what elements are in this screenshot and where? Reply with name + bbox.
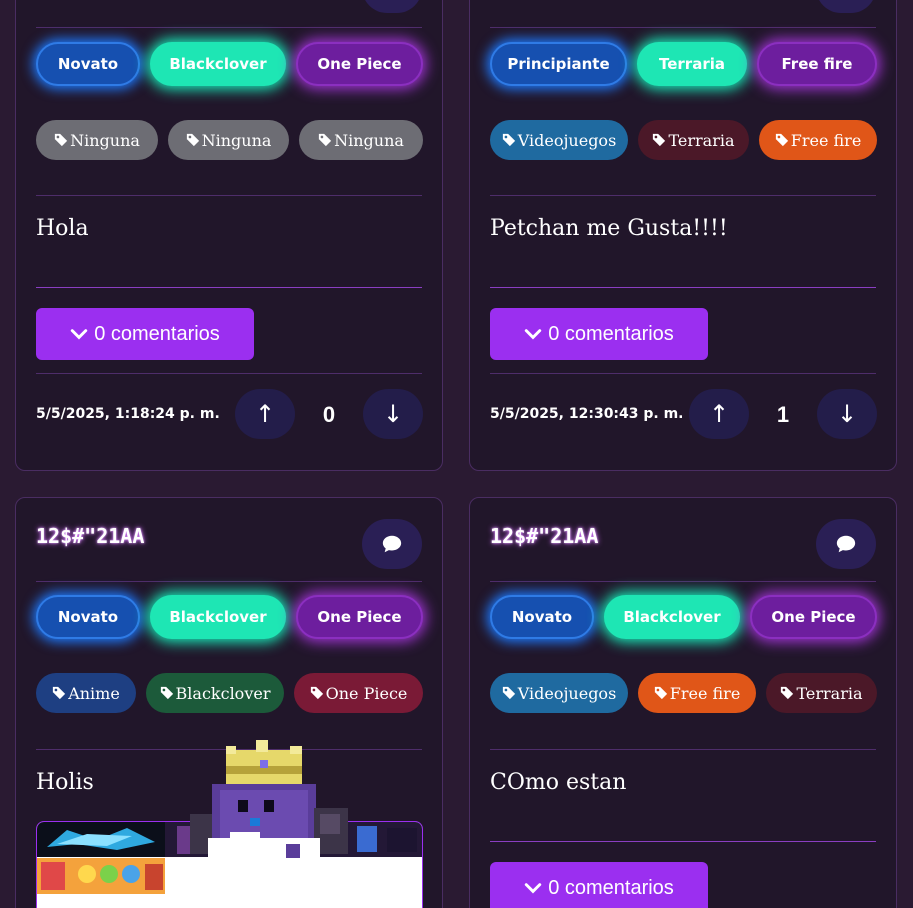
- level-pill: One Piece: [750, 595, 877, 639]
- tag-chip[interactable]: Free fire: [759, 120, 877, 160]
- divider: [490, 841, 876, 842]
- crowned-mascot-sprite: [190, 740, 348, 883]
- tag-chip[interactable]: Videojuegos: [490, 673, 628, 713]
- divider: [36, 373, 422, 374]
- downvote-button[interactable]: ↓: [363, 389, 423, 439]
- divider: [490, 195, 876, 196]
- upvote-button[interactable]: ↑: [689, 389, 749, 439]
- comments-toggle-button[interactable]: 0 comentarios: [36, 308, 254, 360]
- level-pill: Free fire: [757, 42, 877, 86]
- tag-chip[interactable]: Ninguna: [299, 120, 423, 160]
- tag-label: Blackclover: [175, 683, 271, 703]
- divider: [36, 27, 422, 28]
- tag-label: Free fire: [790, 130, 862, 150]
- divider: [490, 287, 876, 288]
- chat-button[interactable]: [816, 519, 876, 569]
- tag-icon: [653, 133, 666, 147]
- post-date: 5/5/2025, 1:18:24 p. m.: [36, 406, 220, 422]
- tag-chip[interactable]: Terraria: [638, 120, 749, 160]
- tag-chip[interactable]: Blackclover: [146, 673, 284, 713]
- post-card: 12$#"21AA Novato Blackclover One Piece V…: [469, 497, 897, 908]
- level-pill: Blackclover: [150, 595, 286, 639]
- comments-label: 0 comentarios: [94, 322, 220, 345]
- level-pill: One Piece: [296, 595, 423, 639]
- post-body: Hola: [36, 216, 89, 241]
- post-card: Principiante Terraria Free fire Videojue…: [469, 0, 897, 471]
- upvote-button[interactable]: ↑: [235, 389, 295, 439]
- level-pill: Principiante: [490, 42, 627, 86]
- tag-chip[interactable]: Ninguna: [36, 120, 158, 160]
- tag-label: Ninguna: [334, 130, 404, 150]
- tag-chip[interactable]: One Piece: [294, 673, 423, 713]
- tag-label: Videojuegos: [517, 683, 617, 703]
- tag-icon: [160, 686, 173, 700]
- post-body: Petchan me Gusta!!!!: [490, 216, 728, 241]
- divider: [490, 749, 876, 750]
- post-title: 12$#"21AA: [36, 524, 145, 548]
- level-pill: Novato: [36, 595, 140, 639]
- tag-chip[interactable]: Free fire: [638, 673, 756, 713]
- tag-icon: [781, 686, 794, 700]
- tag-label: Anime: [68, 683, 120, 703]
- post-title: 12$#"21AA: [490, 524, 599, 548]
- comments-label: 0 comentarios: [548, 322, 674, 345]
- chevron-down-icon: [524, 883, 542, 894]
- tag-icon: [502, 133, 515, 147]
- tag-icon: [318, 133, 332, 147]
- tag-chip[interactable]: Anime: [36, 673, 136, 713]
- level-pill: Blackclover: [604, 595, 740, 639]
- divider: [490, 373, 876, 374]
- divider: [36, 581, 422, 582]
- level-pill: Terraria: [637, 42, 747, 86]
- divider: [490, 581, 876, 582]
- chat-bubble-icon: [382, 535, 402, 553]
- divider: [490, 27, 876, 28]
- post-date: 5/5/2025, 12:30:43 p. m.: [490, 406, 684, 422]
- post-body: Holis: [36, 770, 94, 795]
- vote-score: 0: [322, 402, 336, 427]
- tag-icon: [310, 686, 323, 700]
- tag-icon: [53, 686, 66, 700]
- chat-button[interactable]: [362, 0, 422, 13]
- comments-toggle-button[interactable]: 0 comentarios: [490, 862, 708, 908]
- comments-toggle-button[interactable]: 0 comentarios: [490, 308, 708, 360]
- post-body: COmo estan: [490, 770, 627, 795]
- chevron-down-icon: [524, 329, 542, 340]
- tag-label: One Piece: [325, 683, 408, 703]
- tag-label: Ninguna: [201, 130, 272, 150]
- tag-label: Videojuegos: [517, 130, 617, 150]
- level-pill: One Piece: [296, 42, 423, 86]
- vote-score: 1: [776, 402, 790, 427]
- divider: [36, 195, 422, 196]
- tag-icon: [654, 686, 667, 700]
- comments-label: 0 comentarios: [548, 876, 674, 899]
- level-pill: Novato: [490, 595, 594, 639]
- post-card: Novato Blackclover One Piece Ninguna Nin…: [15, 0, 443, 471]
- tag-chip[interactable]: Terraria: [766, 673, 877, 713]
- tag-icon: [775, 133, 788, 147]
- divider: [36, 287, 422, 288]
- tag-label: Terraria: [668, 130, 735, 150]
- downvote-button[interactable]: ↓: [817, 389, 877, 439]
- chevron-down-icon: [70, 329, 88, 340]
- level-pill: Novato: [36, 42, 140, 86]
- level-pill: Blackclover: [150, 42, 286, 86]
- chat-button[interactable]: [816, 0, 876, 13]
- tag-icon: [502, 686, 515, 700]
- tag-icon: [186, 133, 199, 147]
- tag-label: Terraria: [796, 683, 863, 703]
- tag-label: Ninguna: [70, 130, 140, 150]
- tag-icon: [54, 133, 68, 147]
- tag-label: Free fire: [669, 683, 741, 703]
- tag-chip[interactable]: Videojuegos: [490, 120, 628, 160]
- chat-bubble-icon: [836, 535, 856, 553]
- tag-chip[interactable]: Ninguna: [168, 120, 289, 160]
- chat-button[interactable]: [362, 519, 422, 569]
